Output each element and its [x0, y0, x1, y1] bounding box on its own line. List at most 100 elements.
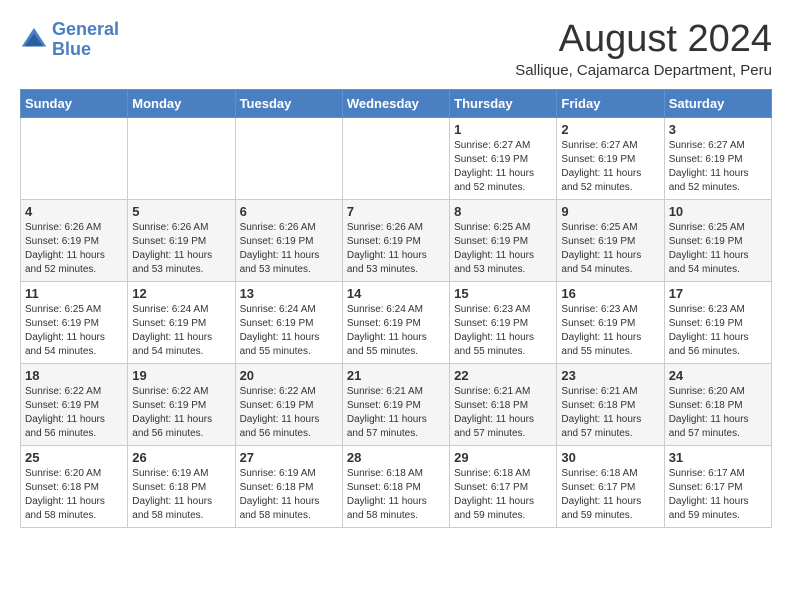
calendar-cell: 5 Sunrise: 6:26 AM Sunset: 6:19 PM Daylig… [128, 200, 235, 282]
day-info: Sunrise: 6:22 AM Sunset: 6:19 PM Dayligh… [132, 385, 230, 441]
calendar-cell: 29Sunrise: 6:18 AM Sunset: 6:17 PM Dayli… [450, 446, 557, 528]
day-info: Sunrise: 6:25 AM Sunset: 6:19 PM Dayligh… [25, 303, 123, 359]
day-number: 20 [240, 368, 338, 383]
day-info: Sunrise: 6:25 AM Sunset: 6:19 PM Dayligh… [669, 221, 767, 277]
day-of-week-header: Thursday [450, 90, 557, 118]
day-number: 11 [25, 286, 123, 301]
day-number: 26 [132, 450, 230, 465]
day-number: 16 [561, 286, 659, 301]
day-info: Sunrise: 6:27 AM Sunset: 6:19 PM Dayligh… [561, 139, 659, 195]
day-info: Sunrise: 6:19 AM Sunset: 6:18 PM Dayligh… [240, 467, 338, 523]
month-year: August 2024 [515, 20, 772, 58]
calendar-cell: 2 Sunrise: 6:27 AM Sunset: 6:19 PM Daylig… [557, 118, 664, 200]
calendar-cell: 24 Sunrise: 6:20 AM Sunset: 6:18 PM Dayli… [664, 364, 771, 446]
calendar-cell: 6 Sunrise: 6:26 AM Sunset: 6:19 PM Daylig… [235, 200, 342, 282]
day-number: 7 [347, 204, 445, 219]
calendar-cell: 26Sunrise: 6:19 AM Sunset: 6:18 PM Dayli… [128, 446, 235, 528]
calendar-cell: 8 Sunrise: 6:25 AM Sunset: 6:19 PM Daylig… [450, 200, 557, 282]
day-number: 30 [561, 450, 659, 465]
calendar-week-row: 1 Sunrise: 6:27 AM Sunset: 6:19 PM Daylig… [21, 118, 772, 200]
calendar-week-row: 4 Sunrise: 6:26 AM Sunset: 6:19 PM Daylig… [21, 200, 772, 282]
calendar-cell: 12 Sunrise: 6:24 AM Sunset: 6:19 PM Dayli… [128, 282, 235, 364]
day-number: 24 [669, 368, 767, 383]
calendar-cell: 18 Sunrise: 6:22 AM Sunset: 6:19 PM Dayli… [21, 364, 128, 446]
logo-icon [20, 26, 48, 54]
calendar-cell [21, 118, 128, 200]
day-number: 5 [132, 204, 230, 219]
day-info: Sunrise: 6:21 AM Sunset: 6:19 PM Dayligh… [347, 385, 445, 441]
day-info: Sunrise: 6:21 AM Sunset: 6:18 PM Dayligh… [454, 385, 552, 441]
day-number: 23 [561, 368, 659, 383]
calendar-week-row: 18 Sunrise: 6:22 AM Sunset: 6:19 PM Dayli… [21, 364, 772, 446]
day-number: 3 [669, 122, 767, 137]
calendar-cell: 3 Sunrise: 6:27 AM Sunset: 6:19 PM Daylig… [664, 118, 771, 200]
day-info: Sunrise: 6:24 AM Sunset: 6:19 PM Dayligh… [132, 303, 230, 359]
calendar-cell: 1 Sunrise: 6:27 AM Sunset: 6:19 PM Daylig… [450, 118, 557, 200]
day-number: 1 [454, 122, 552, 137]
day-info: Sunrise: 6:20 AM Sunset: 6:18 PM Dayligh… [25, 467, 123, 523]
day-number: 27 [240, 450, 338, 465]
calendar-cell: 28Sunrise: 6:18 AM Sunset: 6:18 PM Dayli… [342, 446, 449, 528]
day-of-week-header: Sunday [21, 90, 128, 118]
logo: General Blue [20, 20, 119, 60]
day-info: Sunrise: 6:26 AM Sunset: 6:19 PM Dayligh… [25, 221, 123, 277]
calendar-cell: 16Sunrise: 6:23 AM Sunset: 6:19 PM Dayli… [557, 282, 664, 364]
calendar-table: SundayMondayTuesdayWednesdayThursdayFrid… [20, 89, 772, 528]
day-number: 25 [25, 450, 123, 465]
calendar-cell: 27 Sunrise: 6:19 AM Sunset: 6:18 PM Dayli… [235, 446, 342, 528]
day-number: 17 [669, 286, 767, 301]
day-number: 18 [25, 368, 123, 383]
calendar-cell: 14Sunrise: 6:24 AM Sunset: 6:19 PM Dayli… [342, 282, 449, 364]
calendar-cell: 7 Sunrise: 6:26 AM Sunset: 6:19 PM Daylig… [342, 200, 449, 282]
day-number: 13 [240, 286, 338, 301]
day-number: 9 [561, 204, 659, 219]
day-info: Sunrise: 6:24 AM Sunset: 6:19 PM Dayligh… [240, 303, 338, 359]
day-info: Sunrise: 6:25 AM Sunset: 6:19 PM Dayligh… [561, 221, 659, 277]
calendar-cell [235, 118, 342, 200]
day-number: 2 [561, 122, 659, 137]
calendar-week-row: 11 Sunrise: 6:25 AM Sunset: 6:19 PM Dayli… [21, 282, 772, 364]
day-info: Sunrise: 6:22 AM Sunset: 6:19 PM Dayligh… [25, 385, 123, 441]
day-of-week-header: Monday [128, 90, 235, 118]
day-number: 21 [347, 368, 445, 383]
day-info: Sunrise: 6:17 AM Sunset: 6:17 PM Dayligh… [669, 467, 767, 523]
day-number: 8 [454, 204, 552, 219]
day-info: Sunrise: 6:18 AM Sunset: 6:17 PM Dayligh… [454, 467, 552, 523]
day-info: Sunrise: 6:26 AM Sunset: 6:19 PM Dayligh… [347, 221, 445, 277]
logo-text: General Blue [52, 20, 119, 60]
calendar-cell: 23Sunrise: 6:21 AM Sunset: 6:18 PM Dayli… [557, 364, 664, 446]
day-number: 10 [669, 204, 767, 219]
calendar-week-row: 25 Sunrise: 6:20 AM Sunset: 6:18 PM Dayli… [21, 446, 772, 528]
day-of-week-header: Friday [557, 90, 664, 118]
calendar-cell: 10 Sunrise: 6:25 AM Sunset: 6:19 PM Dayli… [664, 200, 771, 282]
day-of-week-header: Tuesday [235, 90, 342, 118]
day-info: Sunrise: 6:18 AM Sunset: 6:17 PM Dayligh… [561, 467, 659, 523]
day-number: 12 [132, 286, 230, 301]
day-info: Sunrise: 6:18 AM Sunset: 6:18 PM Dayligh… [347, 467, 445, 523]
day-number: 15 [454, 286, 552, 301]
day-info: Sunrise: 6:27 AM Sunset: 6:19 PM Dayligh… [454, 139, 552, 195]
day-number: 4 [25, 204, 123, 219]
calendar-cell: 20 Sunrise: 6:22 AM Sunset: 6:19 PM Dayli… [235, 364, 342, 446]
calendar-cell: 11 Sunrise: 6:25 AM Sunset: 6:19 PM Dayli… [21, 282, 128, 364]
calendar-cell: 30 Sunrise: 6:18 AM Sunset: 6:17 PM Dayli… [557, 446, 664, 528]
day-info: Sunrise: 6:26 AM Sunset: 6:19 PM Dayligh… [240, 221, 338, 277]
calendar-cell: 15 Sunrise: 6:23 AM Sunset: 6:19 PM Dayli… [450, 282, 557, 364]
day-info: Sunrise: 6:26 AM Sunset: 6:19 PM Dayligh… [132, 221, 230, 277]
calendar-header-row: SundayMondayTuesdayWednesdayThursdayFrid… [21, 90, 772, 118]
day-of-week-header: Saturday [664, 90, 771, 118]
day-number: 19 [132, 368, 230, 383]
day-info: Sunrise: 6:27 AM Sunset: 6:19 PM Dayligh… [669, 139, 767, 195]
calendar-cell: 4 Sunrise: 6:26 AM Sunset: 6:19 PM Daylig… [21, 200, 128, 282]
calendar-cell: 22Sunrise: 6:21 AM Sunset: 6:18 PM Dayli… [450, 364, 557, 446]
day-number: 6 [240, 204, 338, 219]
day-info: Sunrise: 6:25 AM Sunset: 6:19 PM Dayligh… [454, 221, 552, 277]
day-info: Sunrise: 6:23 AM Sunset: 6:19 PM Dayligh… [669, 303, 767, 359]
day-number: 14 [347, 286, 445, 301]
calendar-cell: 31Sunrise: 6:17 AM Sunset: 6:17 PM Dayli… [664, 446, 771, 528]
day-info: Sunrise: 6:23 AM Sunset: 6:19 PM Dayligh… [454, 303, 552, 359]
day-info: Sunrise: 6:20 AM Sunset: 6:18 PM Dayligh… [669, 385, 767, 441]
day-info: Sunrise: 6:22 AM Sunset: 6:19 PM Dayligh… [240, 385, 338, 441]
title-block: August 2024 Sallique, Cajamarca Departme… [515, 20, 772, 79]
calendar-cell: 21 Sunrise: 6:21 AM Sunset: 6:19 PM Dayli… [342, 364, 449, 446]
